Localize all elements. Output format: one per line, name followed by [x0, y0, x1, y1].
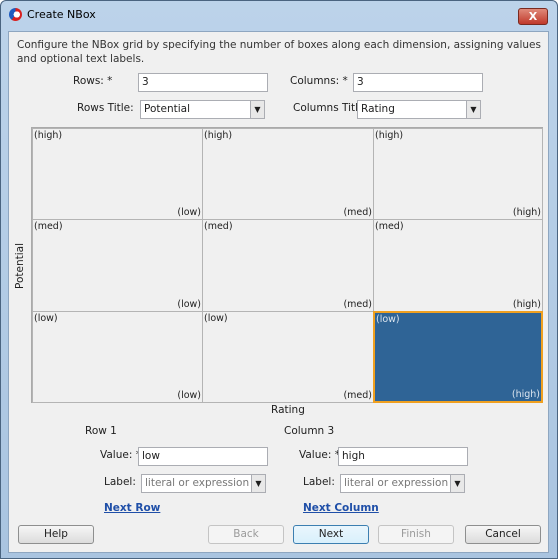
col-label-label: Label:	[303, 476, 335, 488]
columns-label: Columns: *	[290, 75, 348, 87]
nbox-cell[interactable]: (low) (high)	[373, 311, 543, 403]
nbox-cell[interactable]: (low) (med)	[202, 311, 374, 403]
app-logo-icon	[9, 8, 22, 21]
col-label-combo[interactable]: literal or expression ▼	[340, 474, 465, 493]
close-button[interactable]: X	[518, 8, 548, 25]
cell-col-label: (high)	[511, 389, 540, 400]
cell-row-label: (low)	[34, 313, 58, 324]
row-label-combo[interactable]: literal or expression ▼	[141, 474, 266, 493]
column-axis-title: Rating	[271, 404, 305, 416]
cell-row-label: (low)	[376, 314, 400, 325]
rows-label: Rows: *	[73, 75, 113, 87]
next-column-link[interactable]: Next Column	[303, 502, 379, 514]
cell-row-label: (med)	[34, 221, 63, 232]
cell-col-label: (high)	[512, 207, 541, 218]
cell-col-label: (med)	[343, 299, 372, 310]
cell-row-label: (high)	[34, 130, 63, 141]
next-button[interactable]: Next	[293, 525, 369, 544]
cell-col-label: (low)	[177, 299, 201, 310]
columns-input[interactable]: 3	[353, 73, 483, 92]
col-value-label: Value: *	[299, 449, 340, 461]
cell-col-label: (high)	[512, 299, 541, 310]
col-editor-heading: Column 3	[284, 425, 335, 437]
cell-row-label: (high)	[204, 130, 233, 141]
dropdown-arrow-icon[interactable]: ▼	[450, 475, 464, 492]
nbox-cell[interactable]: (high) (low)	[32, 128, 203, 220]
rows-input[interactable]: 3	[138, 73, 268, 92]
finish-button[interactable]: Finish	[378, 525, 454, 544]
window-title: Create NBox	[27, 8, 96, 21]
nbox-cell[interactable]: (med) (low)	[32, 219, 203, 312]
rows-title-value: Potential	[144, 103, 190, 115]
row-axis-title: Potential	[14, 243, 26, 289]
nbox-cell[interactable]: (high) (high)	[373, 128, 543, 220]
nbox-cell[interactable]: (med) (med)	[202, 219, 374, 312]
cell-row-label: (med)	[375, 221, 404, 232]
dropdown-arrow-icon[interactable]: ▼	[251, 475, 265, 492]
col-label-placeholder: literal or expression	[344, 477, 449, 489]
col-value-input[interactable]: high	[338, 447, 468, 466]
row-label-label: Label:	[104, 476, 136, 488]
nbox-cell[interactable]: (low) (low)	[32, 311, 203, 403]
row-label-placeholder: literal or expression	[145, 477, 250, 489]
cell-col-label: (med)	[343, 390, 372, 401]
cell-col-label: (low)	[177, 207, 201, 218]
rows-title-combo[interactable]: Potential ▼	[140, 100, 265, 119]
dialog-body: Configure the NBox grid by specifying th…	[8, 31, 549, 553]
cell-col-label: (low)	[177, 390, 201, 401]
back-button[interactable]: Back	[208, 525, 284, 544]
columns-title-value: Rating	[361, 103, 395, 115]
dropdown-arrow-icon[interactable]: ▼	[466, 101, 480, 118]
columns-title-combo[interactable]: Rating ▼	[357, 100, 481, 119]
cancel-button[interactable]: Cancel	[465, 525, 541, 544]
dropdown-arrow-icon[interactable]: ▼	[250, 101, 264, 118]
title-bar: Create NBox	[9, 8, 96, 21]
help-button[interactable]: Help	[18, 525, 94, 544]
nbox-cell[interactable]: (high) (med)	[202, 128, 374, 220]
description: Configure the NBox grid by specifying th…	[17, 39, 541, 65]
cell-col-label: (med)	[343, 207, 372, 218]
row-value-label: Value: *	[100, 449, 141, 461]
cell-row-label: (high)	[375, 130, 404, 141]
next-row-link[interactable]: Next Row	[104, 502, 160, 514]
cell-row-label: (low)	[204, 313, 228, 324]
dialog-window: Create NBox X Configure the NBox grid by…	[0, 0, 558, 559]
nbox-cell[interactable]: (med) (high)	[373, 219, 543, 312]
row-editor-heading: Row 1	[85, 425, 117, 437]
row-value-input[interactable]: low	[138, 447, 268, 466]
cell-row-label: (med)	[204, 221, 233, 232]
rows-title-label: Rows Title:	[77, 102, 134, 114]
nbox-grid: (high) (low) (high) (med) (high) (high) (med)(…	[31, 127, 543, 403]
